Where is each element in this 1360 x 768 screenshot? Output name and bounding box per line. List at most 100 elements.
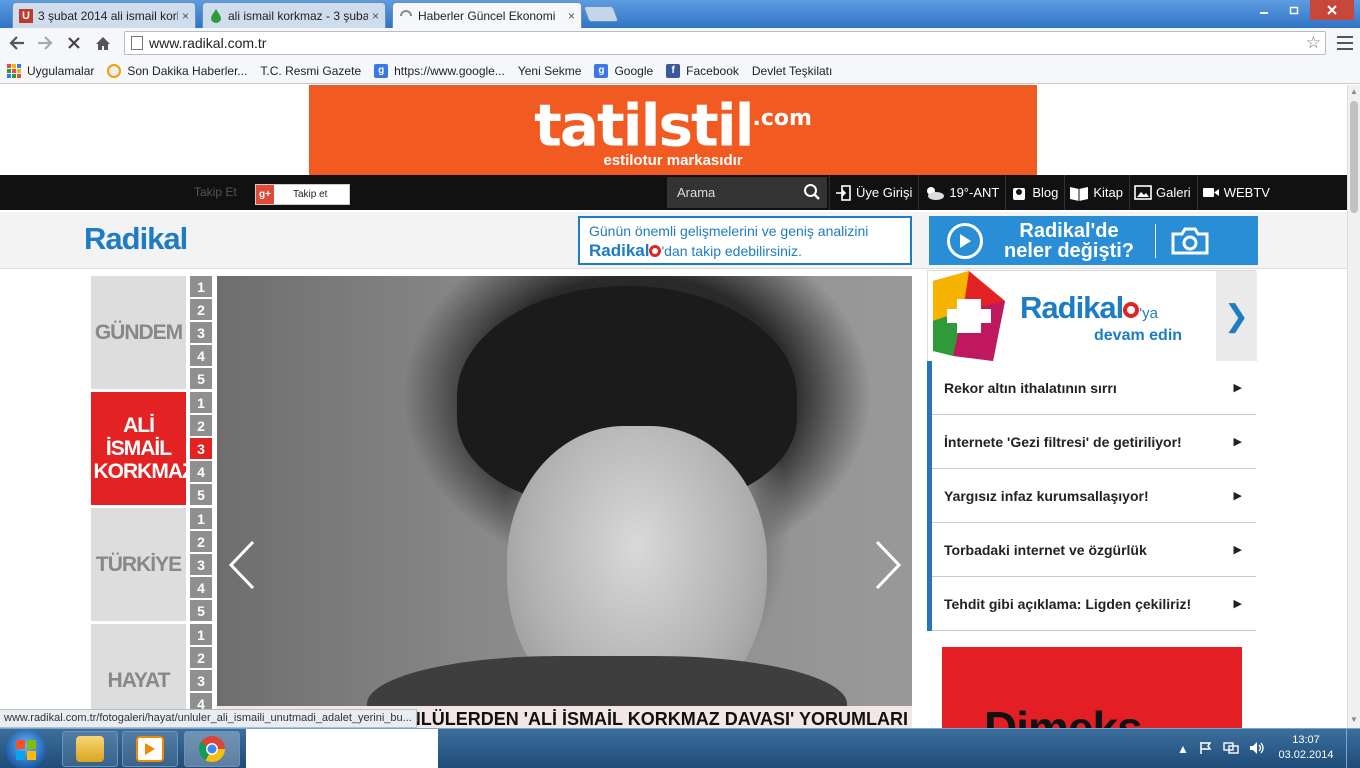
taskbar-media-player[interactable] bbox=[122, 731, 178, 767]
address-bar[interactable]: www.radikal.com.tr ☆ bbox=[124, 31, 1326, 55]
clock-date: 03.02.2014 bbox=[1278, 749, 1334, 761]
category-page-number[interactable]: 5 bbox=[190, 600, 212, 621]
category-turkiye[interactable]: TÜRKİYE bbox=[91, 508, 186, 621]
category-page-number-active[interactable]: 3 bbox=[190, 438, 212, 459]
category-page-number[interactable]: 3 bbox=[190, 670, 212, 691]
window-close-icon[interactable] bbox=[1310, 0, 1354, 20]
scroll-up-icon[interactable]: ▲ bbox=[1350, 87, 1358, 97]
category-page-number[interactable]: 3 bbox=[190, 322, 212, 343]
bookmark-star-icon[interactable]: ☆ bbox=[1306, 33, 1321, 53]
bookmark-yeni-sekme[interactable]: Yeni Sekme bbox=[0, 64, 581, 157]
hero-photo-slider[interactable] bbox=[217, 276, 912, 728]
bookmark-google-url[interactable]: g https://www.google... bbox=[374, 63, 505, 78]
category-page-number[interactable]: 2 bbox=[190, 647, 212, 668]
nav-kitap[interactable]: Kitap bbox=[1064, 175, 1129, 210]
headline-item[interactable]: Tehdit gibi açıklama: Ligden çekiliriz! ▶ bbox=[932, 577, 1256, 631]
forward-arrow-icon[interactable] bbox=[34, 32, 56, 54]
tab-close-icon[interactable]: × bbox=[182, 9, 189, 23]
headline-item[interactable]: Yargısız infaz kurumsallaşıyor! ▶ bbox=[932, 469, 1256, 523]
bookmark-son-dakika[interactable]: Son Dakika Haberler... bbox=[107, 63, 247, 78]
bookmark-facebook[interactable]: f Facebook bbox=[666, 63, 739, 78]
bookmark-devlet-teskilati[interactable]: Devlet Teşkilatı bbox=[0, 63, 833, 157]
tab-title: ali ismail korkmaz - 3 şubat bbox=[228, 8, 368, 23]
restore-icon[interactable] bbox=[1280, 0, 1308, 20]
taskbar-chrome[interactable] bbox=[184, 731, 240, 767]
slider-prev-icon[interactable] bbox=[227, 540, 257, 590]
bookmark-resmi-gazete[interactable]: T.C. Resmi Gazete bbox=[0, 64, 361, 157]
dimeks-ad[interactable]: Dimeks bbox=[942, 647, 1242, 728]
bookmark-apps[interactable]: Uygulamalar bbox=[7, 63, 94, 78]
bookmark-label: Devlet Teşkilatı bbox=[751, 63, 833, 78]
nav-label: 19°-ANT bbox=[949, 185, 1000, 200]
category-page-number[interactable]: 2 bbox=[190, 415, 212, 436]
bookmark-label: Google bbox=[614, 63, 654, 78]
radikal-plus-promo[interactable]: Günün önemli gelişmelerini ve geniş anal… bbox=[578, 216, 912, 265]
tab-2[interactable]: ali ismail korkmaz - 3 şubat × bbox=[202, 2, 386, 28]
bookmark-google[interactable]: g Google bbox=[594, 63, 654, 78]
tab-3-active[interactable]: Haberler Güncel Ekonomi × bbox=[392, 2, 582, 28]
nav-uye-girisi[interactable]: Üye Girişi bbox=[829, 175, 918, 210]
scroll-down-icon[interactable]: ▼ bbox=[1350, 715, 1358, 725]
headline-item[interactable]: Rekor altın ithalatının sırrı ▶ bbox=[932, 361, 1256, 415]
category-page-number[interactable]: 1 bbox=[190, 624, 212, 645]
category-page-number[interactable]: 5 bbox=[190, 368, 212, 389]
volume-icon[interactable] bbox=[1249, 741, 1265, 758]
scroll-thumb[interactable] bbox=[1350, 101, 1358, 213]
stop-loading-icon[interactable] bbox=[63, 32, 85, 54]
start-button[interactable] bbox=[6, 730, 46, 768]
google-plus-follow-button[interactable]: g+ Takip et bbox=[255, 184, 350, 205]
category-page-number[interactable]: 3 bbox=[190, 554, 212, 575]
category-page-number[interactable]: 4 bbox=[190, 345, 212, 366]
chevron-right-icon[interactable]: ❯ bbox=[1216, 271, 1257, 362]
category-page-number[interactable]: 1 bbox=[190, 276, 212, 297]
nav-weather[interactable]: 19°-ANT bbox=[918, 175, 1005, 210]
chrome-menu-icon[interactable] bbox=[1336, 33, 1354, 53]
headline-item[interactable]: Torbadaki internet ve özgürlük ▶ bbox=[932, 523, 1256, 577]
category-page-number[interactable]: 5 bbox=[190, 484, 212, 505]
category-page-number[interactable]: 1 bbox=[190, 508, 212, 529]
loading-spinner-icon bbox=[399, 9, 413, 23]
back-arrow-icon[interactable] bbox=[6, 32, 28, 54]
status-bar-url: www.radikal.com.tr/fotogaleri/hayat/unlu… bbox=[0, 709, 417, 728]
search-icon[interactable] bbox=[803, 183, 821, 201]
search-input[interactable]: Arama bbox=[667, 177, 827, 208]
category-page-number[interactable]: 4 bbox=[190, 577, 212, 598]
minimize-icon[interactable] bbox=[1250, 0, 1278, 20]
tab-strip: U 3 şubat 2014 ali ismail kork × ali ism… bbox=[0, 0, 1360, 28]
nav-blog[interactable]: Blog bbox=[1005, 175, 1064, 210]
tray-expand-icon[interactable]: ▲ bbox=[1177, 742, 1189, 756]
nav-galeri[interactable]: Galeri bbox=[1129, 175, 1197, 210]
radikal-plus-box[interactable]: Radikal'ya devam edin ❯ bbox=[927, 270, 1257, 362]
page-scrollbar[interactable]: ▲ ▼ bbox=[1347, 85, 1360, 728]
taskbar-explorer[interactable] bbox=[62, 731, 118, 767]
new-tab-button[interactable] bbox=[583, 6, 619, 22]
whats-new-banner[interactable]: Radikal'de neler değişti? bbox=[929, 216, 1258, 265]
category-ali-ismail-korkmaz[interactable]: ALİ İSMAİL KORKMAZ bbox=[91, 392, 195, 505]
category-page-number[interactable]: 1 bbox=[190, 392, 212, 413]
category-gundem[interactable]: GÜNDEM bbox=[91, 276, 186, 389]
tatilstil-ad-banner[interactable]: tatilstil.com estilotur markasıdır bbox=[309, 85, 1037, 175]
taskbar-clock[interactable]: 13:07 03.02.2014 bbox=[1276, 733, 1336, 763]
nav-webtv[interactable]: WEBTV bbox=[1196, 175, 1276, 210]
tab-favicon-icon bbox=[209, 8, 223, 23]
headline-item[interactable]: İnternete 'Gezi filtresi' de getiriliyor… bbox=[932, 415, 1256, 469]
tab-close-icon[interactable]: × bbox=[372, 9, 379, 23]
category-page-number[interactable]: 2 bbox=[190, 299, 212, 320]
show-desktop-button[interactable] bbox=[1346, 729, 1360, 768]
category-page-number[interactable]: 2 bbox=[190, 531, 212, 552]
folder-icon bbox=[76, 736, 104, 762]
network-icon[interactable] bbox=[1223, 741, 1239, 758]
home-icon[interactable] bbox=[92, 32, 114, 54]
tab-1[interactable]: U 3 şubat 2014 ali ismail kork × bbox=[12, 2, 196, 28]
video-icon bbox=[1202, 185, 1220, 201]
top-navbar: Takip Et g+ Takip et Arama Üye Girişi 19… bbox=[0, 175, 1347, 210]
triangle-right-icon: ▶ bbox=[1233, 544, 1242, 556]
slider-next-icon[interactable] bbox=[873, 540, 903, 590]
tab-close-icon[interactable]: × bbox=[568, 9, 575, 23]
radikal-plus-logo-icon bbox=[933, 271, 1005, 361]
action-center-flag-icon[interactable] bbox=[1199, 741, 1213, 758]
radikal-logo[interactable]: Radikal bbox=[84, 221, 188, 257]
plus-subtitle: devam edin bbox=[1094, 327, 1183, 344]
ad-word: Dimeks bbox=[984, 702, 1143, 728]
category-page-number[interactable]: 4 bbox=[190, 461, 212, 482]
